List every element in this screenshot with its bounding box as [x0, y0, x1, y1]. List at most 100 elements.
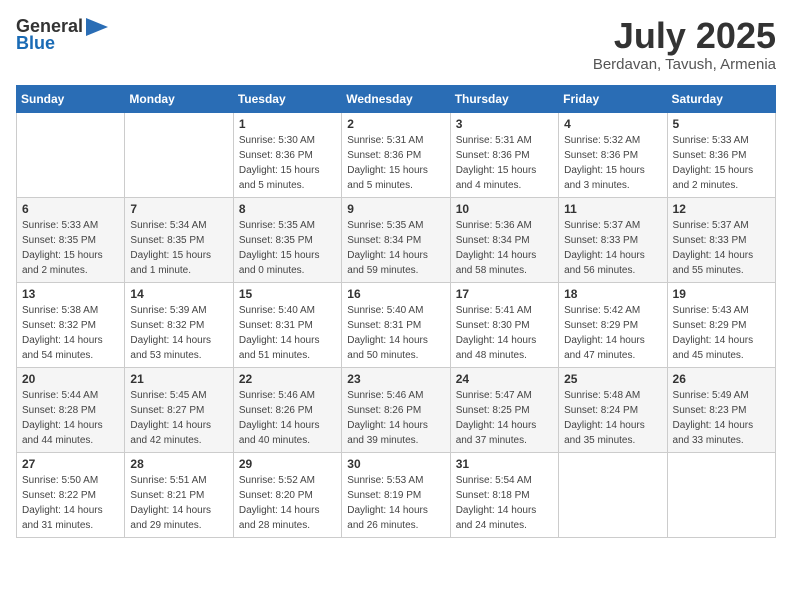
calendar-week-row: 27 Sunrise: 5:50 AMSunset: 8:22 PMDayligh…	[17, 452, 776, 537]
table-row: 29 Sunrise: 5:52 AMSunset: 8:20 PMDayligh…	[233, 452, 341, 537]
table-row: 9 Sunrise: 5:35 AMSunset: 8:34 PMDaylight…	[342, 197, 450, 282]
table-row: 19Sunrise: 5:43 AMSunset: 8:29 PMDayligh…	[667, 282, 775, 367]
day-info: Sunrise: 5:46 AMSunset: 8:26 PMDaylight:…	[239, 388, 336, 448]
day-number: 2	[347, 117, 444, 131]
table-row: 30Sunrise: 5:53 AMSunset: 8:19 PMDayligh…	[342, 452, 450, 537]
table-row: 5 Sunrise: 5:33 AMSunset: 8:36 PMDaylight…	[667, 112, 775, 197]
day-number: 18	[564, 287, 661, 301]
month-title: July 2025	[593, 16, 776, 56]
day-number: 28	[130, 457, 227, 471]
day-info: Sunrise: 5:41 AMSunset: 8:30 PMDaylight:…	[456, 303, 553, 363]
day-number: 17	[456, 287, 553, 301]
day-info: Sunrise: 5:37 AMSunset: 8:33 PMDaylight:…	[564, 218, 661, 278]
calendar-week-row: 6 Sunrise: 5:33 AMSunset: 8:35 PMDaylight…	[17, 197, 776, 282]
day-number: 20	[22, 372, 119, 386]
day-info: Sunrise: 5:54 AMSunset: 8:18 PMDaylight:…	[456, 473, 553, 533]
day-number: 25	[564, 372, 661, 386]
header-wednesday: Wednesday	[342, 85, 450, 112]
table-row	[667, 452, 775, 537]
table-row: 2 Sunrise: 5:31 AMSunset: 8:36 PMDaylight…	[342, 112, 450, 197]
day-info: Sunrise: 5:32 AMSunset: 8:36 PMDaylight:…	[564, 133, 661, 193]
table-row: 18 Sunrise: 5:42 AMSunset: 8:29 PMDayligh…	[559, 282, 667, 367]
table-row: 6 Sunrise: 5:33 AMSunset: 8:35 PMDaylight…	[17, 197, 125, 282]
header-monday: Monday	[125, 85, 233, 112]
day-number: 24	[456, 372, 553, 386]
table-row: 23 Sunrise: 5:46 AMSunset: 8:26 PMDayligh…	[342, 367, 450, 452]
calendar-week-row: 13 Sunrise: 5:38 AMSunset: 8:32 PMDayligh…	[17, 282, 776, 367]
day-info: Sunrise: 5:46 AMSunset: 8:26 PMDaylight:…	[347, 388, 444, 448]
day-number: 12	[673, 202, 770, 216]
day-number: 16	[347, 287, 444, 301]
day-number: 6	[22, 202, 119, 216]
day-number: 31	[456, 457, 553, 471]
location-subtitle: Berdavan, Tavush, Armenia	[593, 56, 776, 73]
day-info: Sunrise: 5:44 AMSunset: 8:28 PMDaylight:…	[22, 388, 119, 448]
table-row: 7Sunrise: 5:34 AMSunset: 8:35 PMDaylight…	[125, 197, 233, 282]
table-row: 28Sunrise: 5:51 AMSunset: 8:21 PMDayligh…	[125, 452, 233, 537]
logo-blue: Blue	[16, 33, 55, 54]
day-number: 9	[347, 202, 444, 216]
logo-flag-icon	[86, 18, 108, 36]
logo: General Blue	[16, 16, 108, 54]
table-row: 31 Sunrise: 5:54 AMSunset: 8:18 PMDayligh…	[450, 452, 558, 537]
day-number: 3	[456, 117, 553, 131]
table-row: 10 Sunrise: 5:36 AMSunset: 8:34 PMDayligh…	[450, 197, 558, 282]
day-info: Sunrise: 5:45 AMSunset: 8:27 PMDaylight:…	[130, 388, 227, 448]
table-row: 26 Sunrise: 5:49 AMSunset: 8:23 PMDayligh…	[667, 367, 775, 452]
table-row: 24 Sunrise: 5:47 AMSunset: 8:25 PMDayligh…	[450, 367, 558, 452]
day-info: Sunrise: 5:37 AMSunset: 8:33 PMDaylight:…	[673, 218, 770, 278]
day-info: Sunrise: 5:38 AMSunset: 8:32 PMDaylight:…	[22, 303, 119, 363]
day-info: Sunrise: 5:50 AMSunset: 8:22 PMDaylight:…	[22, 473, 119, 533]
table-row	[559, 452, 667, 537]
day-info: Sunrise: 5:31 AMSunset: 8:36 PMDaylight:…	[456, 133, 553, 193]
day-info: Sunrise: 5:49 AMSunset: 8:23 PMDaylight:…	[673, 388, 770, 448]
day-number: 26	[673, 372, 770, 386]
day-info: Sunrise: 5:52 AMSunset: 8:20 PMDaylight:…	[239, 473, 336, 533]
day-number: 13	[22, 287, 119, 301]
table-row: 15 Sunrise: 5:40 AMSunset: 8:31 PMDayligh…	[233, 282, 341, 367]
header-saturday: Saturday	[667, 85, 775, 112]
day-info: Sunrise: 5:47 AMSunset: 8:25 PMDaylight:…	[456, 388, 553, 448]
day-number: 21	[130, 372, 227, 386]
calendar-table: Sunday Monday Tuesday Wednesday Thursday…	[16, 85, 776, 538]
title-area: July 2025 Berdavan, Tavush, Armenia	[593, 16, 776, 73]
table-row: 16 Sunrise: 5:40 AMSunset: 8:31 PMDayligh…	[342, 282, 450, 367]
table-row: 8Sunrise: 5:35 AMSunset: 8:35 PMDaylight…	[233, 197, 341, 282]
day-number: 11	[564, 202, 661, 216]
header-tuesday: Tuesday	[233, 85, 341, 112]
day-number: 29	[239, 457, 336, 471]
day-info: Sunrise: 5:31 AMSunset: 8:36 PMDaylight:…	[347, 133, 444, 193]
day-info: Sunrise: 5:36 AMSunset: 8:34 PMDaylight:…	[456, 218, 553, 278]
day-number: 27	[22, 457, 119, 471]
day-info: Sunrise: 5:40 AMSunset: 8:31 PMDaylight:…	[347, 303, 444, 363]
table-row: 3 Sunrise: 5:31 AMSunset: 8:36 PMDaylight…	[450, 112, 558, 197]
calendar-week-row: 20 Sunrise: 5:44 AMSunset: 8:28 PMDayligh…	[17, 367, 776, 452]
day-info: Sunrise: 5:42 AMSunset: 8:29 PMDaylight:…	[564, 303, 661, 363]
day-info: Sunrise: 5:33 AMSunset: 8:36 PMDaylight:…	[673, 133, 770, 193]
day-number: 10	[456, 202, 553, 216]
header-sunday: Sunday	[17, 85, 125, 112]
day-info: Sunrise: 5:53 AMSunset: 8:19 PMDaylight:…	[347, 473, 444, 533]
table-row: 14Sunrise: 5:39 AMSunset: 8:32 PMDayligh…	[125, 282, 233, 367]
day-info: Sunrise: 5:35 AMSunset: 8:34 PMDaylight:…	[347, 218, 444, 278]
day-number: 22	[239, 372, 336, 386]
day-number: 5	[673, 117, 770, 131]
table-row: 1Sunrise: 5:30 AMSunset: 8:36 PMDaylight…	[233, 112, 341, 197]
day-info: Sunrise: 5:40 AMSunset: 8:31 PMDaylight:…	[239, 303, 336, 363]
table-row: 11 Sunrise: 5:37 AMSunset: 8:33 PMDayligh…	[559, 197, 667, 282]
day-number: 23	[347, 372, 444, 386]
table-row: 27 Sunrise: 5:50 AMSunset: 8:22 PMDayligh…	[17, 452, 125, 537]
table-row: 22 Sunrise: 5:46 AMSunset: 8:26 PMDayligh…	[233, 367, 341, 452]
day-number: 19	[673, 287, 770, 301]
day-info: Sunrise: 5:35 AMSunset: 8:35 PMDaylight:…	[239, 218, 336, 278]
day-info: Sunrise: 5:33 AMSunset: 8:35 PMDaylight:…	[22, 218, 119, 278]
table-row: 12 Sunrise: 5:37 AMSunset: 8:33 PMDayligh…	[667, 197, 775, 282]
day-number: 14	[130, 287, 227, 301]
day-number: 7	[130, 202, 227, 216]
header-friday: Friday	[559, 85, 667, 112]
day-number: 15	[239, 287, 336, 301]
table-row: 17 Sunrise: 5:41 AMSunset: 8:30 PMDayligh…	[450, 282, 558, 367]
calendar-header-row: Sunday Monday Tuesday Wednesday Thursday…	[17, 85, 776, 112]
day-info: Sunrise: 5:30 AMSunset: 8:36 PMDaylight:…	[239, 133, 336, 193]
table-row: 13 Sunrise: 5:38 AMSunset: 8:32 PMDayligh…	[17, 282, 125, 367]
